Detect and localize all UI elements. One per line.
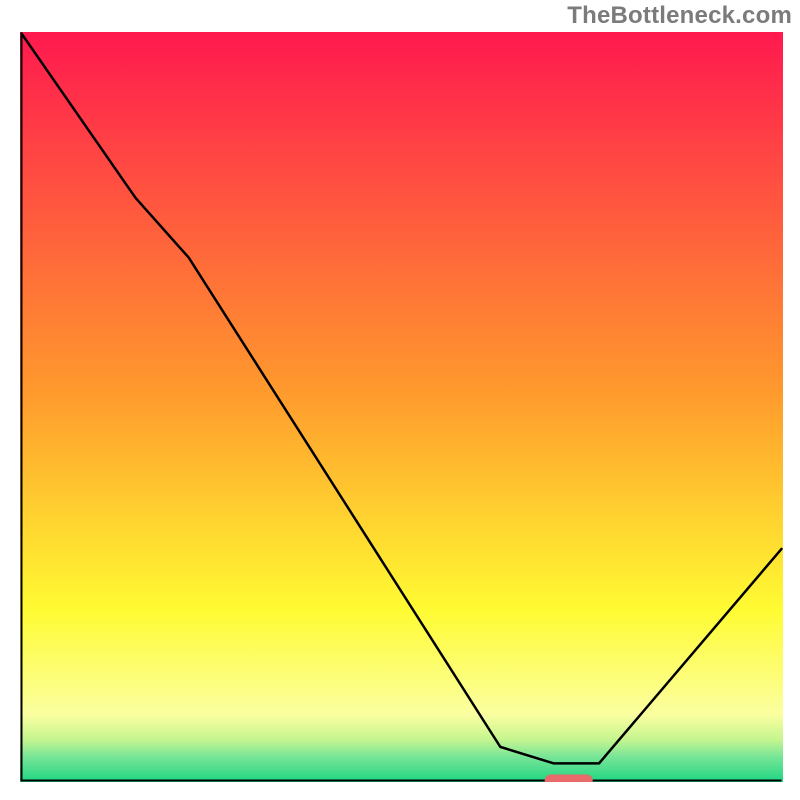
gradient-background xyxy=(20,32,783,782)
chart-svg xyxy=(20,32,783,782)
chart-container: TheBottleneck.com xyxy=(0,0,800,800)
watermark-text: TheBottleneck.com xyxy=(567,2,792,30)
plot-area xyxy=(20,32,783,782)
optimal-marker xyxy=(545,775,593,783)
